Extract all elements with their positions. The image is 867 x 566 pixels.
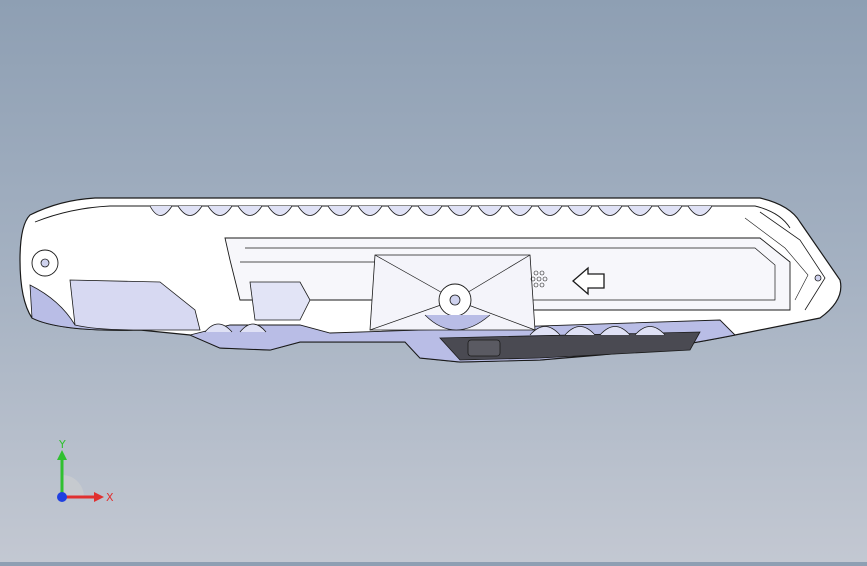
center-hub: [369, 254, 536, 331]
model-view[interactable]: [0, 0, 867, 562]
slider-recess: [249, 281, 311, 321]
graphics-viewport[interactable]: [0, 0, 867, 562]
slider-button[interactable]: [467, 339, 501, 357]
y-axis-arrow: [57, 450, 67, 460]
pivot-hole-right: [814, 274, 822, 282]
screw-hole: [449, 294, 461, 306]
pivot-hole-left: [40, 258, 50, 268]
z-axis-dot: [57, 492, 67, 502]
x-axis-label: X: [106, 491, 114, 504]
x-axis-arrow: [94, 492, 104, 502]
triad-graphic: Y X: [57, 438, 114, 504]
y-axis-label: Y: [58, 438, 66, 451]
coordinate-triad: Y X: [40, 430, 130, 520]
